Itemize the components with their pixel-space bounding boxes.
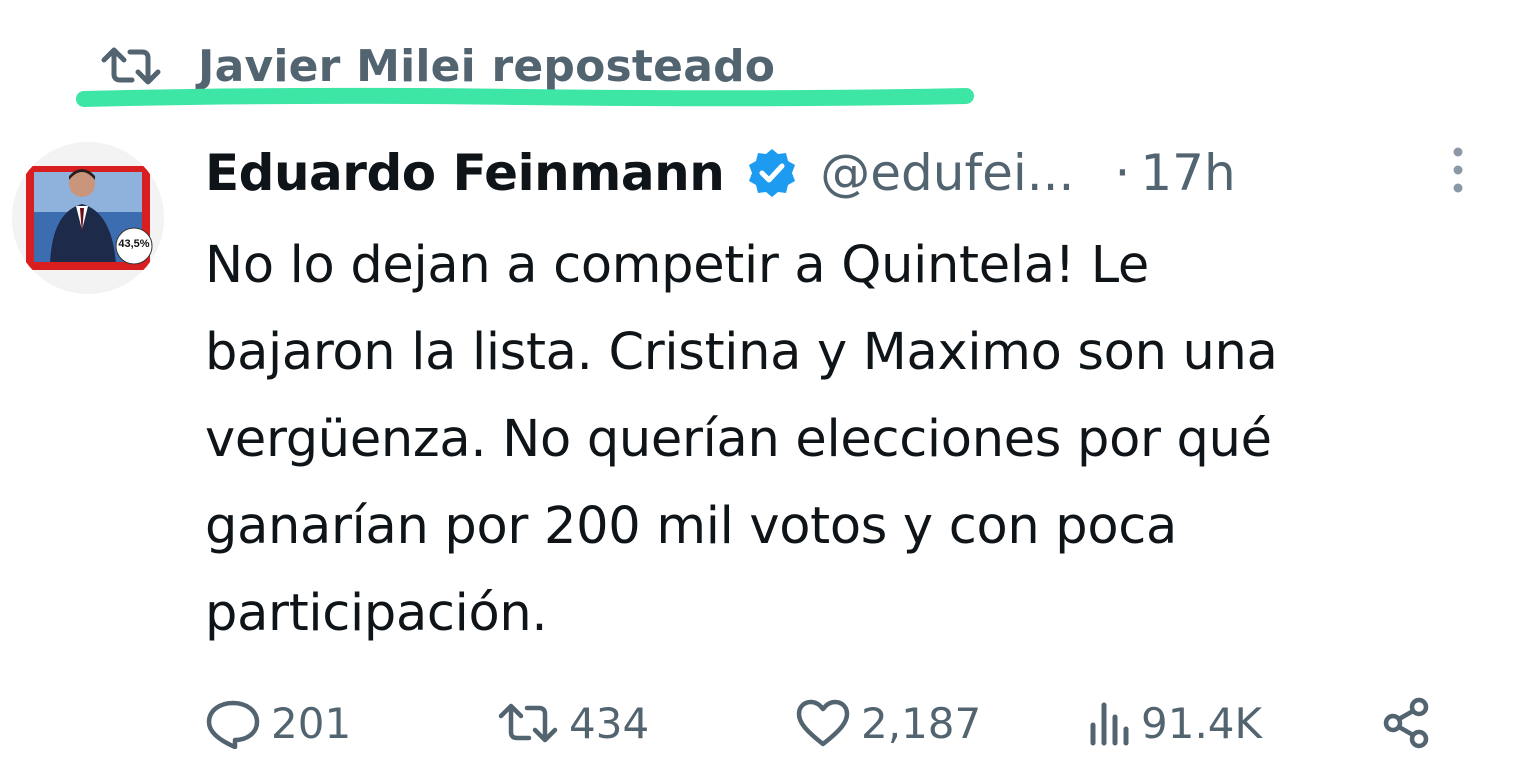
repost-count: 434 bbox=[569, 698, 650, 748]
repost-icon bbox=[100, 46, 162, 86]
more-options-button[interactable] bbox=[1438, 146, 1478, 198]
like-button[interactable]: 2,187 bbox=[795, 688, 981, 758]
tweet-header: Eduardo Feinmann @edufei... · 17h bbox=[205, 138, 1236, 208]
repost-icon bbox=[497, 701, 559, 745]
repost-label[interactable]: Javier Milei reposteado bbox=[198, 41, 775, 92]
tweet-actions: 201 434 2,187 91.4K bbox=[205, 688, 1455, 758]
views-count: 91.4K bbox=[1141, 698, 1263, 748]
views-icon bbox=[1087, 699, 1131, 747]
repost-button[interactable]: 434 bbox=[497, 688, 649, 758]
reply-button[interactable]: 201 bbox=[205, 688, 351, 758]
author-handle[interactable]: @edufei... bbox=[820, 144, 1074, 202]
avatar-badge-text: 43,5% bbox=[118, 238, 150, 250]
reply-count: 201 bbox=[271, 698, 352, 748]
reply-icon bbox=[205, 697, 261, 749]
verified-badge-icon bbox=[746, 147, 798, 199]
avatar[interactable]: 43,5% bbox=[12, 142, 164, 294]
more-vertical-icon bbox=[1450, 144, 1466, 201]
tweet-text: No lo dejan a competir a Quintela! Le ba… bbox=[205, 236, 1278, 643]
like-count: 2,187 bbox=[861, 698, 982, 748]
time-separator: · bbox=[1114, 144, 1131, 202]
share-icon bbox=[1379, 695, 1435, 751]
highlight-underline bbox=[76, 87, 974, 107]
views-button[interactable]: 91.4K bbox=[1087, 688, 1262, 758]
heart-icon bbox=[795, 698, 851, 748]
author-name[interactable]: Eduardo Feinmann bbox=[205, 144, 725, 202]
share-button[interactable] bbox=[1379, 688, 1435, 758]
tweet-timestamp[interactable]: 17h bbox=[1140, 144, 1235, 202]
